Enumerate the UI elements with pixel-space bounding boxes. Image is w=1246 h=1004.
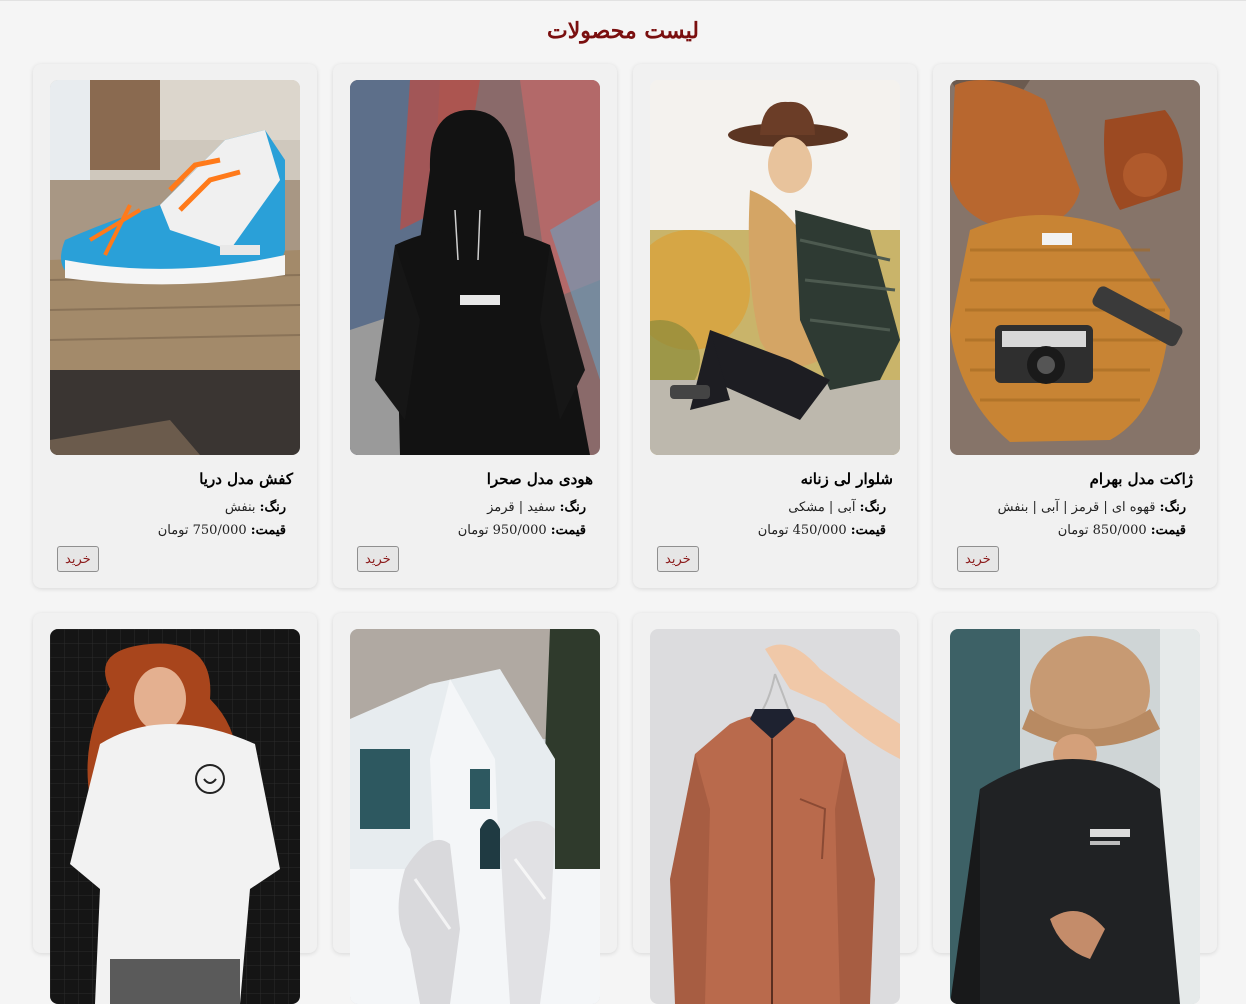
color-values: آبی | مشکی: [788, 500, 856, 515]
product-name: شلوار لی زنانه: [800, 470, 893, 488]
product-name: هودی مدل صحرا: [486, 470, 593, 488]
product-card: [33, 613, 317, 1004]
color-values: بنفش: [224, 500, 256, 515]
product-card: شلوار لی زنانه رنگ: آبی | مشکی قیمت: 450…: [633, 64, 917, 588]
product-colors: رنگ: قهوه ای | قرمز | آبی | بنفش: [998, 500, 1186, 515]
price-value: 950/000 تومان: [457, 523, 547, 538]
product-image: [50, 80, 300, 455]
price-value: 750/000 تومان: [157, 523, 247, 538]
price-label: قیمت:: [850, 523, 886, 538]
product-name: ژاکت مدل بهرام: [1089, 470, 1193, 488]
buy-button[interactable]: خرید: [57, 546, 99, 572]
price-label: قیمت:: [1150, 523, 1186, 538]
price-label: قیمت:: [550, 523, 586, 538]
buy-button[interactable]: خرید: [357, 546, 399, 572]
product-card: ژاکت مدل بهرام رنگ: قهوه ای | قرمز | آبی…: [933, 64, 1217, 588]
price-value: 450/000 تومان: [757, 523, 847, 538]
product-price: قیمت: 950/000 تومان: [458, 523, 586, 538]
product-card: [933, 613, 1217, 1004]
color-label: رنگ:: [1159, 500, 1186, 515]
product-image: [650, 80, 900, 455]
buy-button[interactable]: خرید: [657, 546, 699, 572]
price-value: 850/000 تومان: [1057, 523, 1147, 538]
product-price: قیمت: 750/000 تومان: [158, 523, 286, 538]
product-colors: رنگ: سفید | قرمز: [487, 500, 586, 515]
product-name: کفش مدل دریا: [199, 470, 293, 488]
buy-button[interactable]: خرید: [957, 546, 999, 572]
color-values: قهوه ای | قرمز | آبی | بنفش: [997, 500, 1156, 515]
color-label: رنگ:: [559, 500, 586, 515]
color-label: رنگ:: [259, 500, 286, 515]
product-card: کفش مدل دریا رنگ: بنفش قیمت: 750/000 توم…: [33, 64, 317, 588]
price-label: قیمت:: [250, 523, 286, 538]
product-image: [350, 80, 600, 455]
product-price: قیمت: 850/000 تومان: [1058, 523, 1186, 538]
product-image: [50, 629, 300, 1004]
product-image: [950, 629, 1200, 1004]
product-image: [650, 629, 900, 1004]
product-image: [950, 80, 1200, 455]
product-colors: رنگ: آبی | مشکی: [788, 500, 886, 515]
product-card: [633, 613, 917, 1004]
product-price: قیمت: 450/000 تومان: [758, 523, 886, 538]
color-values: سفید | قرمز: [487, 500, 556, 515]
product-card: هودی مدل صحرا رنگ: سفید | قرمز قیمت: 950…: [333, 64, 617, 588]
color-label: رنگ:: [859, 500, 886, 515]
page-title: لیست محصولات: [547, 18, 699, 44]
product-colors: رنگ: بنفش: [225, 500, 286, 515]
product-image: [350, 629, 600, 1004]
top-divider: [0, 0, 1246, 1]
product-card: [333, 613, 617, 1004]
